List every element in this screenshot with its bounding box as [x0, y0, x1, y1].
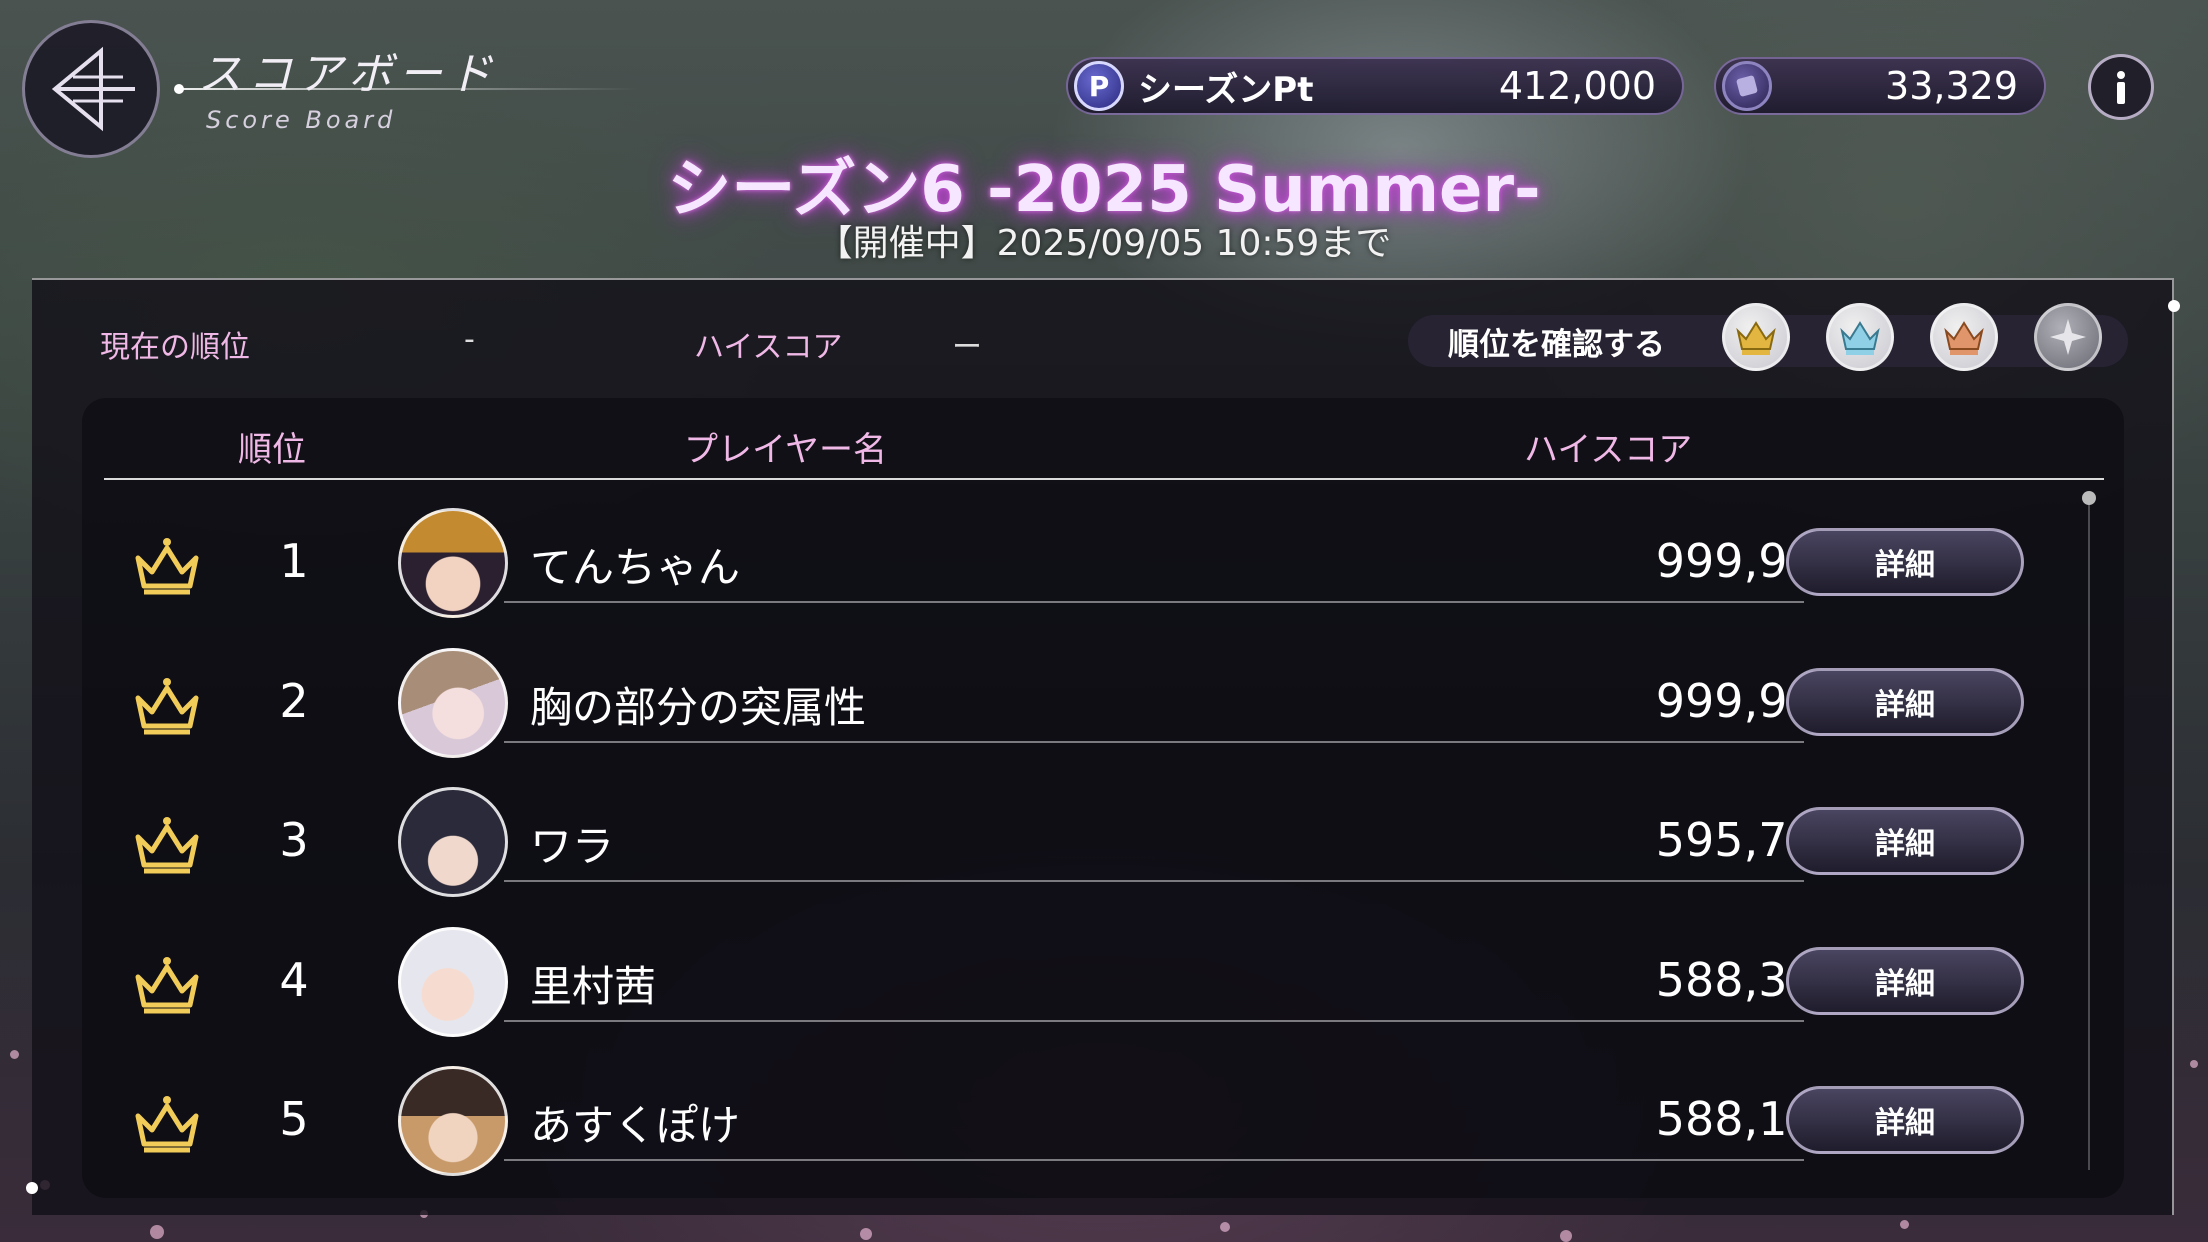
avatar[interactable] — [398, 787, 508, 897]
player-name: ワラ — [530, 822, 615, 871]
table-row: 2 胸の部分の突属性 999,999 詳細 — [104, 644, 2064, 784]
bronze-crown-rank-button[interactable] — [1930, 303, 1998, 371]
player-name: あすくぽけ — [530, 1101, 741, 1150]
detail-button[interactable]: 詳細 — [1786, 947, 2024, 1015]
info-icon — [2117, 71, 2125, 104]
row-divider — [504, 1159, 1804, 1161]
score-column-header: ハイスコア — [1524, 430, 1693, 470]
detail-button[interactable]: 詳細 — [1786, 1086, 2024, 1154]
crown-icon — [135, 678, 199, 735]
row-divider — [504, 601, 1804, 603]
current-rank-label: 現在の順位 — [100, 330, 250, 365]
row-divider — [504, 1020, 1804, 1022]
gray-star-rank-button[interactable] — [2034, 303, 2102, 371]
high-score-label: ハイスコア — [694, 330, 843, 365]
player-name: 里村茜 — [530, 962, 657, 1011]
detail-button[interactable]: 詳細 — [1786, 528, 2024, 596]
avatar[interactable] — [398, 508, 508, 618]
season-period: 【開催中】2025/09/05 10:59まで — [816, 223, 1392, 264]
info-button[interactable] — [2088, 54, 2154, 120]
panel-corner-dot — [26, 1182, 38, 1194]
scrollbar[interactable] — [2088, 500, 2090, 1170]
rank-check-label: 順位を確認する — [1448, 326, 1665, 363]
player-name: 胸の部分の突属性 — [530, 683, 867, 732]
table-row: 5 あすくぽけ 588,100 詳細 — [104, 1062, 2064, 1202]
star-icon — [2050, 319, 2086, 355]
player-name: てんちゃん — [530, 543, 741, 592]
player-column-header: プレイヤー名 — [684, 430, 887, 470]
gold-crown-rank-button[interactable] — [1722, 303, 1790, 371]
row-rank: 4 — [279, 953, 309, 1007]
avatar[interactable] — [398, 927, 508, 1037]
detail-button[interactable]: 詳細 — [1786, 807, 2024, 875]
page-title: スコアボード Score Board — [198, 38, 498, 134]
crown-icon — [135, 957, 199, 1014]
crown-icon — [135, 817, 199, 874]
season-pt-icon: P — [1074, 61, 1124, 111]
high-score-value: ー — [952, 330, 982, 365]
row-rank: 2 — [279, 674, 309, 728]
avatar[interactable] — [398, 1066, 508, 1176]
crown-icon — [135, 538, 199, 595]
current-status: 現在の順位 - ハイスコア ー — [100, 322, 1100, 365]
table-row: 4 里村茜 588,300 詳細 — [104, 923, 2064, 1063]
silver-crown-rank-button[interactable] — [1826, 303, 1894, 371]
season-pt-display: P シーズンPt 412,000 — [1066, 57, 1684, 115]
gold-crown-icon — [1736, 321, 1776, 355]
current-rank-value: - — [464, 322, 475, 357]
row-divider — [504, 741, 1804, 743]
panel-corner-dot — [2168, 300, 2180, 312]
season-pt-value: 412,000 — [1498, 64, 1656, 108]
title-dot — [174, 84, 184, 94]
silver-crown-icon — [1840, 321, 1880, 355]
season-pt-label: シーズンPt — [1138, 69, 1314, 110]
crown-icon — [135, 1096, 199, 1153]
back-arrow-icon — [51, 46, 135, 132]
row-rank: 5 — [279, 1092, 309, 1146]
table-row: 3 ワラ 595,700 詳細 — [104, 783, 2064, 923]
gem-icon — [1722, 61, 1772, 111]
row-divider — [504, 880, 1804, 882]
page-title-en: Score Board — [206, 106, 397, 134]
rank-column-header: 順位 — [238, 430, 306, 470]
avatar[interactable] — [398, 648, 508, 758]
gem-display: 33,329 — [1714, 57, 2046, 115]
row-rank: 1 — [279, 534, 309, 588]
scrollbar-thumb[interactable] — [2082, 491, 2096, 505]
detail-button[interactable]: 詳細 — [1786, 668, 2024, 736]
gem-value: 33,329 — [1885, 64, 2018, 108]
row-rank: 3 — [279, 813, 309, 867]
table-header-divider — [104, 478, 2104, 480]
table-row: 1 てんちゃん 999,999 詳細 — [104, 504, 2064, 644]
bronze-crown-icon — [1944, 321, 1984, 355]
page-title-jp: スコアボード — [198, 49, 498, 100]
